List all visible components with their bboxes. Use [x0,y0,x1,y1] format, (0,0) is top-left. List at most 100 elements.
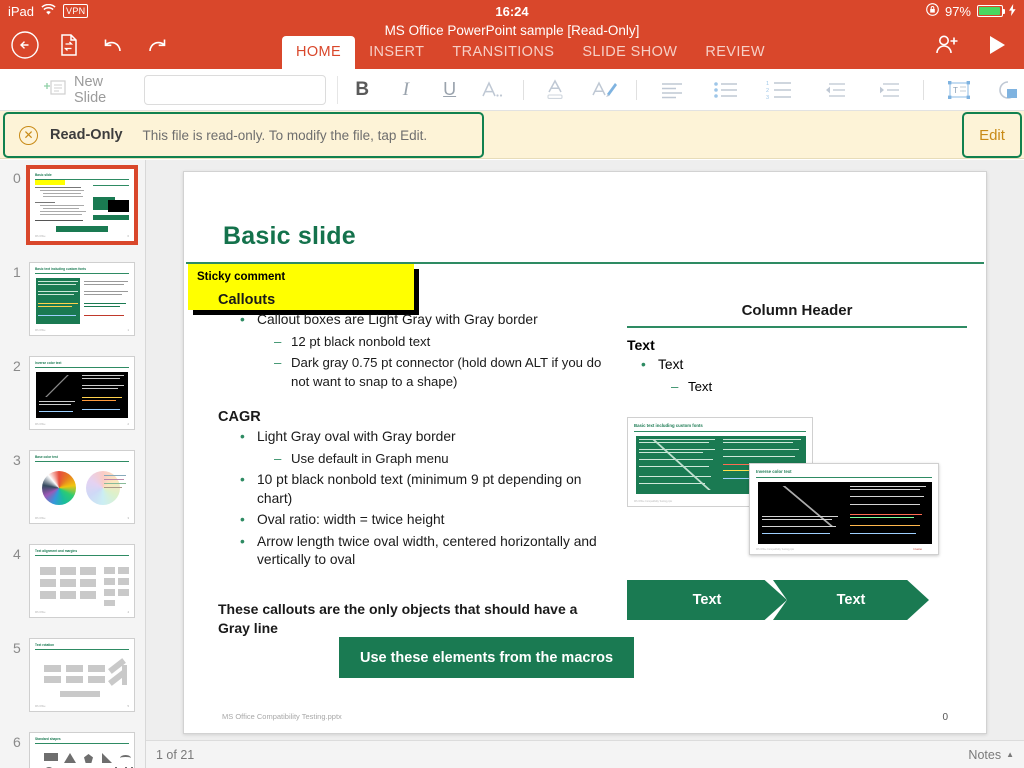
thumbnail-title: Basic slide [35,173,52,177]
read-only-banner: ✕ Read-Only This file is read-only. To m… [0,111,1024,159]
thumbnail-slide-3[interactable]: 3 Base color test MS Office 3 [0,448,145,534]
edit-button[interactable]: Edit [962,112,1022,158]
bold-button[interactable]: B [346,75,378,105]
tab-review[interactable]: REVIEW [691,36,779,69]
thumbnail-number: 4 [13,546,21,562]
thumbnail-canvas[interactable]: Text alignment and margins MS Office 4 [29,544,135,618]
notes-label: Notes [968,747,1002,762]
tab-home[interactable]: HOME [282,36,356,69]
font-color-button[interactable] [541,75,573,105]
thumbnail-canvas[interactable]: Basic text including custom fonts MS Off… [29,262,135,336]
thumbnail-title: Base color test [35,455,58,459]
thumbnail-number: 3 [13,452,21,468]
slide-thumbnail-rail[interactable]: 0 Basic slide MS Office 0 1 Basic text i… [0,160,146,768]
thumbnail-canvas[interactable]: Standard shapes [29,732,135,768]
bullet-marker: • [240,512,245,527]
thumbnail-number: 1 [13,264,21,280]
thumbnail-slide-0[interactable]: 0 Basic slide MS Office 0 [0,165,145,252]
thumbnail-line [40,211,86,212]
thumbnail-canvas[interactable]: Base color test MS Office 3 [29,450,135,524]
thumbnail-footer: MS Office [35,423,46,426]
back-button[interactable] [8,28,42,62]
numbered-list-button[interactable]: 1 2 3 [764,75,796,105]
ribbon-tabs: HOME INSERT TRANSITIONS SLIDE SHOW REVIE… [282,36,779,69]
add-person-icon[interactable] [930,28,964,62]
embedded-screenshots: Basic text including custom fonts MS Off… [627,417,949,557]
bullet-marker: – [274,355,282,370]
slide-footer: MS Office Compatibility Testing.pptx [222,712,342,721]
new-slide-label: New Slide [74,73,107,106]
bullet-text: Arrow length twice oval width, centered … [257,533,597,568]
bullet-text: Use default in Graph menu [291,450,449,466]
heading-callouts: Callouts [218,292,276,308]
bullet-marker: – [274,333,282,349]
chevron-step-2: Text [773,580,929,620]
thumbnail-slide-4[interactable]: 4 Text alignment and margins MS Office 4 [0,542,145,628]
slide-canvas-area[interactable]: Basic slide Sticky comment Callouts • Ca… [146,160,1024,740]
redo-button[interactable] [140,28,174,62]
svg-text:T: T [953,86,958,95]
text-box-button[interactable]: T [943,75,975,105]
italic-button[interactable]: I [390,75,422,105]
decrease-indent-button[interactable] [817,75,849,105]
embedded-screenshot-inverse-text: Inverse color text MS Office Compatibili… [749,463,939,555]
tab-slide-show[interactable]: SLIDE SHOW [568,36,691,69]
thumbnail-canvas[interactable]: Basic slide MS Office 0 [26,165,138,245]
bullet-marker: • [240,533,245,549]
font-name-input[interactable] [145,75,338,104]
thumbnail-line [35,187,81,188]
app-ribbon: MS Office PowerPoint sample [Read-Only] [0,22,1024,69]
bullet-text: 12 pt black nonbold text [291,333,431,349]
thumbnail-page: 4 [127,611,129,614]
embedded-screenshot-footer: MS Office Compatibility Testing.pptx [634,500,673,503]
thumbnail-title: Basic text including custom fonts [35,267,87,271]
thumbnail-rule [35,649,129,650]
charging-bolt-icon [1009,3,1016,19]
thumbnail-sticky [35,180,65,185]
bullet-marker: • [240,429,245,444]
bullet-text: Dark gray 0.75 pt connector (hold down A… [291,355,602,389]
new-slide-button[interactable]: New Slide [44,74,130,106]
embedded-screenshot-rule [634,431,806,432]
thumbnail-pinwheel-right [86,471,120,505]
thumbnail-canvas[interactable]: Text rotation MS Office 5 [29,638,135,712]
thumbnail-number: 6 [13,734,21,750]
powerpoint-app-window: iPad VPN 16:24 97% MS Office PowerPoint … [0,0,1024,768]
current-slide[interactable]: Basic slide Sticky comment Callouts • Ca… [183,171,987,734]
slide-left-column: Callouts • Callout boxes are Light Gray … [218,292,608,638]
bullet-list-button[interactable] [710,75,742,105]
font-format-button[interactable] [477,75,509,105]
thumbnail-line [35,202,55,203]
thumbnail-slide-5[interactable]: 5 Text rotation MS Office 5 [0,636,145,722]
undo-button[interactable] [96,28,130,62]
align-button[interactable] [656,75,688,105]
play-slideshow-icon[interactable] [980,28,1014,62]
notes-toggle[interactable]: Notes ▲ [968,748,1014,762]
tab-transitions[interactable]: TRANSITIONS [438,36,568,69]
thumbnail-rule [35,273,129,274]
tab-insert[interactable]: INSERT [355,36,438,69]
thumbnail-canvas[interactable]: Inverse color text MS Office 2 [29,356,135,430]
thumbnail-footer: MS Office [35,611,46,614]
bullet-item: – 12 pt black nonbold text [218,333,608,352]
export-file-icon[interactable] [52,28,86,62]
bullet-text: 10 pt black nonbold text (minimum 9 pt d… [257,472,582,506]
shapes-button[interactable] [992,75,1024,105]
close-circle-icon[interactable]: ✕ [19,125,38,145]
thumbnail-slide-1[interactable]: 1 Basic text including custom fonts MS O… [0,260,145,346]
embedded-screenshot-rule [756,477,932,478]
highlight-button[interactable] [589,75,621,105]
thumbnail-rule [35,461,129,462]
thumbnail-slide-2[interactable]: 2 Inverse color text MS Office 2 [0,354,145,440]
thumbnail-number: 0 [13,170,21,186]
thumbnail-slide-6[interactable]: 6 Standard shapes [0,730,145,768]
ios-status-bar: iPad VPN 16:24 97% [0,0,1024,22]
increase-indent-button[interactable] [871,75,903,105]
read-only-message: This file is read-only. To modify the fi… [142,127,428,143]
thumbnail-title: Inverse color text [35,361,62,365]
thumbnail-number: 2 [13,358,21,374]
underline-button[interactable]: U [434,75,466,105]
bullet-text: Text [688,378,713,394]
svg-text:1: 1 [766,81,769,87]
macro-banner: Use these elements from the macros [339,637,634,678]
